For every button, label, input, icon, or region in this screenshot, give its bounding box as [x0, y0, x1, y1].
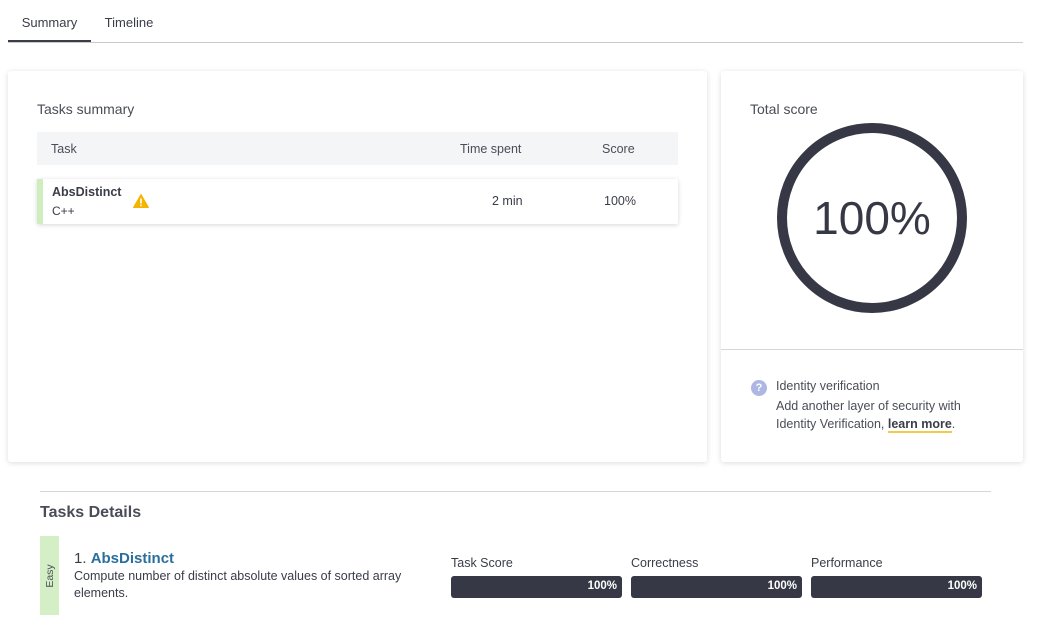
task-detail-link[interactable]: AbsDistinct: [91, 550, 174, 567]
total-score-title: Total score: [750, 101, 818, 117]
task-score: 100%: [604, 194, 636, 208]
total-score-card: Total score 100% ? Identity verification…: [721, 71, 1023, 462]
warning-triangle-icon[interactable]: [133, 194, 149, 208]
table-row[interactable]: AbsDistinct C++ 2 min 100%: [37, 179, 678, 224]
tab-bar: Summary Timeline: [8, 0, 1023, 43]
column-header-time-spent: Time spent: [460, 142, 522, 156]
tasks-summary-card: Tasks summary Task Time spent Score AbsD…: [8, 71, 707, 462]
total-score-value: 100%: [813, 192, 931, 244]
task-detail-number: 1.: [74, 550, 87, 567]
task-language: C++: [52, 204, 75, 218]
tab-timeline[interactable]: Timeline: [99, 0, 159, 41]
row-status-accent: [37, 179, 43, 224]
tasks-table-header: Task Time spent Score: [37, 132, 678, 165]
question-icon[interactable]: ?: [751, 380, 767, 396]
identity-verification-text: Add another layer of security with Ident…: [776, 397, 986, 433]
task-score-bar: 100%: [451, 576, 622, 598]
column-header-score: Score: [602, 142, 635, 156]
learn-more-link[interactable]: learn more: [887, 417, 952, 433]
task-detail-heading: 1. AbsDistinct: [74, 550, 174, 567]
task-detail-description: Compute number of distinct absolute valu…: [74, 569, 402, 600]
identity-verification-title: Identity verification: [776, 379, 880, 393]
performance-bar: 100%: [811, 576, 982, 598]
task-name: AbsDistinct: [52, 185, 122, 199]
correctness-value: 100%: [767, 580, 797, 592]
task-time-spent: 2 min: [492, 194, 523, 208]
task-score-value: 100%: [587, 580, 617, 592]
correctness-bar: 100%: [631, 576, 802, 598]
metric-label-performance: Performance: [811, 556, 883, 570]
tab-summary[interactable]: Summary: [8, 0, 91, 42]
tasks-details-title: Tasks Details: [40, 504, 142, 521]
tasks-summary-title: Tasks summary: [37, 101, 135, 117]
difficulty-label: Easy: [43, 563, 56, 588]
performance-value: 100%: [947, 580, 977, 592]
metric-label-correctness: Correctness: [631, 556, 699, 570]
section-divider: [40, 491, 991, 492]
difficulty-badge: Easy: [40, 536, 59, 615]
column-header-task: Task: [51, 142, 77, 156]
metric-label-task-score: Task Score: [451, 556, 513, 570]
identity-verification-period: .: [951, 417, 956, 431]
card-divider: [721, 349, 1023, 350]
